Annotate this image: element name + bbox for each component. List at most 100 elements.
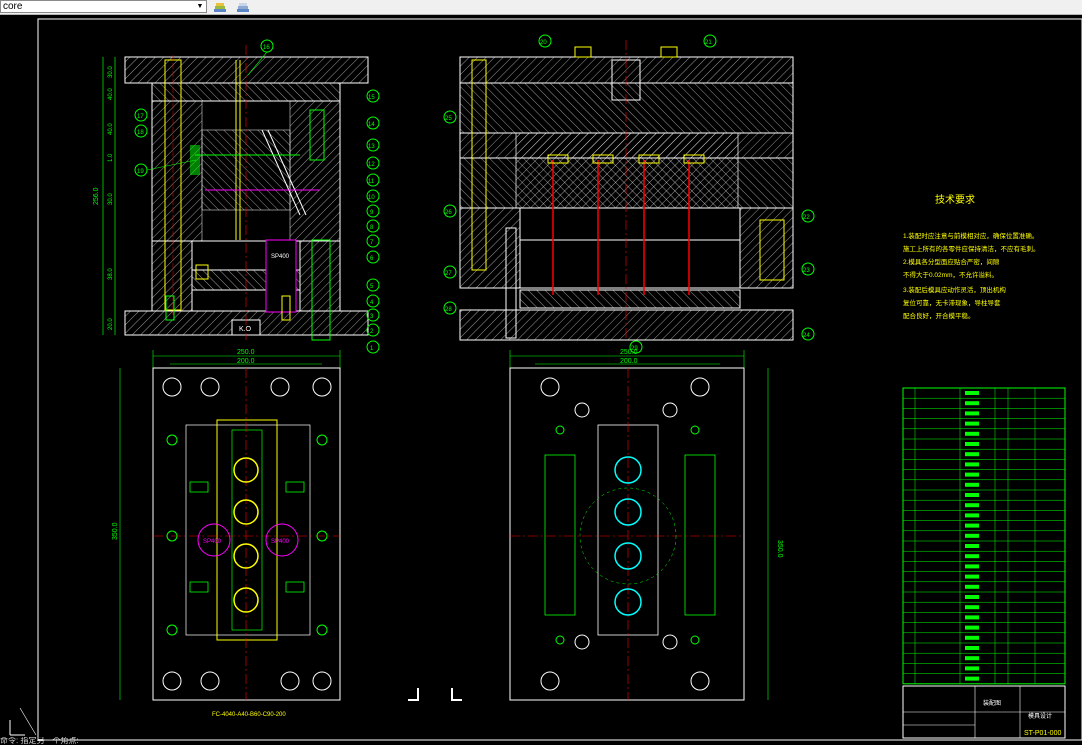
parts-table-cell-mark — [965, 676, 979, 681]
part-label-22: 22 — [803, 215, 810, 221]
parts-table-cell-mark — [965, 544, 979, 548]
part-label-25: 25 — [445, 116, 452, 122]
parts-table-cell-mark — [965, 503, 979, 508]
part-label-7: 7 — [370, 240, 374, 246]
plan-view-left: 250.0 200.0 350.0 SP400 SP400 FC-4040-A4… — [112, 349, 341, 718]
part-label-27: 27 — [445, 271, 452, 277]
parts-table-cell-mark — [965, 615, 979, 620]
cad-toolbar: core ▼ — [0, 0, 1082, 15]
title-block: 装配图 模具设计 ST-P01-000 — [902, 685, 1066, 739]
part-label-26: 26 — [445, 210, 452, 216]
tech-requirements: 技术要求 1.装配时应注意与前模相对应，确保位置准确。 施工上所有的各零件应保持… — [903, 193, 1040, 320]
dim-v2b: 40.0 — [108, 123, 114, 135]
plan-view-right: 250.0 200.0 350.0 — [509, 349, 783, 701]
tech-line-5: 3.装配后模具应动作灵活，顶出机构 — [903, 285, 1006, 294]
parts-table-frame — [902, 387, 1066, 685]
parts-table-cell-mark — [965, 533, 979, 538]
parts-table-cell-mark — [965, 584, 979, 589]
part-label-14: 14 — [368, 122, 375, 128]
parts-table-cell-mark — [965, 411, 979, 416]
title-block-code: ST-P01-000 — [1024, 730, 1061, 737]
dim-width-outer-right: 250.0 — [620, 349, 638, 356]
part-label-17: 17 — [137, 114, 144, 120]
dim-width-outer: 250.0 — [237, 349, 255, 356]
parts-table-cell-mark — [965, 472, 979, 477]
layers-icon[interactable] — [234, 0, 252, 13]
parts-table-cell-mark — [965, 513, 979, 518]
dim-height-left: 350.0 — [112, 522, 119, 540]
spacer-plan-label-2: SP400 — [271, 539, 290, 545]
part-label-12: 12 — [368, 162, 375, 168]
section-view-right: 20 21 25 26 27 28 22 23 24 29 — [443, 34, 815, 354]
parts-table-cell-mark — [965, 452, 979, 457]
dim-width-inner-right: 200.0 — [620, 358, 638, 365]
parts-table-cell-mark — [965, 391, 979, 395]
part-label-13: 13 — [368, 144, 375, 150]
ko-label: K.O — [239, 326, 252, 333]
part-label-23: 23 — [803, 268, 810, 274]
parts-table-cell-mark — [965, 442, 979, 446]
part-label-24: 24 — [803, 333, 810, 339]
tech-line-4: 不得大于0.02mm，不允许溢料。 — [903, 270, 998, 279]
parts-table-cell-mark — [965, 666, 979, 671]
part-label-18: 18 — [137, 130, 144, 136]
part-label-4: 4 — [370, 300, 374, 306]
part-label-3: 3 — [370, 314, 374, 320]
tech-line-2: 施工上所有的各零件应保持清洁，不应有毛刺。 — [903, 244, 1040, 253]
tech-line-3: 2.模具各分型面应贴合严密，间隙 — [903, 257, 1000, 266]
layer-value: core — [3, 1, 23, 12]
chevron-down-icon[interactable]: ▼ — [195, 2, 205, 12]
parts-table-cell-mark — [965, 523, 979, 528]
tech-line-7: 配合良好，开合模平稳。 — [903, 311, 975, 320]
parts-table-cell-mark — [965, 625, 979, 630]
parts-table-cell-mark — [965, 646, 979, 650]
dim-height-right: 350.0 — [776, 540, 783, 558]
ucs-icon — [9, 707, 37, 736]
part-label-20: 20 — [540, 40, 547, 46]
cad-drawing-canvas[interactable]: SP400 K.O 256.0 30.0 40.0 40.0 1.0 30.0 … — [0, 14, 1082, 745]
dim-total: 256.0 — [93, 187, 100, 205]
command-line[interactable]: 命令: 指定另一个角点: — [0, 737, 140, 745]
corner-marker-2 — [451, 688, 462, 701]
part-callouts-left: 15 14 13 12 11 10 9 8 7 6 5 4 3 2 1 — [366, 89, 380, 354]
parts-table-cell-mark — [965, 421, 979, 426]
parts-table-cell-mark — [965, 605, 979, 610]
parts-table-cell-mark — [965, 554, 979, 559]
parts-table-cell-mark — [965, 482, 979, 487]
plan-left-label: FC-4040-A40-B60-C90-200 — [212, 712, 286, 718]
spacer-label: SP400 — [271, 254, 290, 260]
part-label-8: 8 — [370, 225, 374, 231]
part-label-28: 28 — [445, 307, 452, 313]
parts-table-cell-mark — [965, 574, 979, 579]
dim-v3: 1.0 — [108, 153, 114, 162]
part-label-15: 15 — [368, 95, 375, 101]
part-label-19: 19 — [137, 169, 144, 175]
part-label-9: 9 — [370, 210, 374, 216]
parts-table-cell-mark — [965, 493, 979, 497]
layer-dropdown[interactable]: core ▼ — [0, 0, 207, 13]
parts-table-cell-mark — [965, 595, 979, 599]
parts-table-cell-mark — [965, 635, 979, 640]
parts-table-cell-mark — [965, 564, 979, 569]
dim-width-inner: 200.0 — [237, 358, 255, 365]
dim-v5: 38.0 — [108, 268, 114, 280]
tech-line-6: 复位可靠，无卡滞现象，导柱导套 — [903, 298, 1001, 307]
dim-v2: 40.0 — [108, 88, 114, 100]
parts-table-cell-mark — [965, 431, 979, 436]
part-label-10: 10 — [368, 195, 375, 201]
section-view-left: SP400 K.O 256.0 30.0 40.0 40.0 1.0 30.0 … — [93, 39, 380, 354]
tech-title: 技术要求 — [935, 193, 975, 206]
part-label-21: 21 — [705, 40, 712, 46]
part-label-5: 5 — [370, 284, 374, 290]
parts-table-cell-mark — [965, 462, 979, 467]
dim-v4: 30.0 — [108, 193, 114, 205]
layer-state-icon[interactable] — [211, 0, 229, 13]
parts-table-cell-mark — [965, 401, 979, 406]
part-label-16: 16 — [263, 45, 270, 51]
parts-list-table — [902, 387, 1066, 685]
dim-v1: 30.0 — [108, 66, 114, 78]
corner-marker-1 — [408, 688, 419, 701]
dim-v6: 20.0 — [108, 318, 114, 330]
title-block-name: 装配图 — [983, 699, 1001, 707]
part-label-1: 1 — [370, 346, 374, 352]
